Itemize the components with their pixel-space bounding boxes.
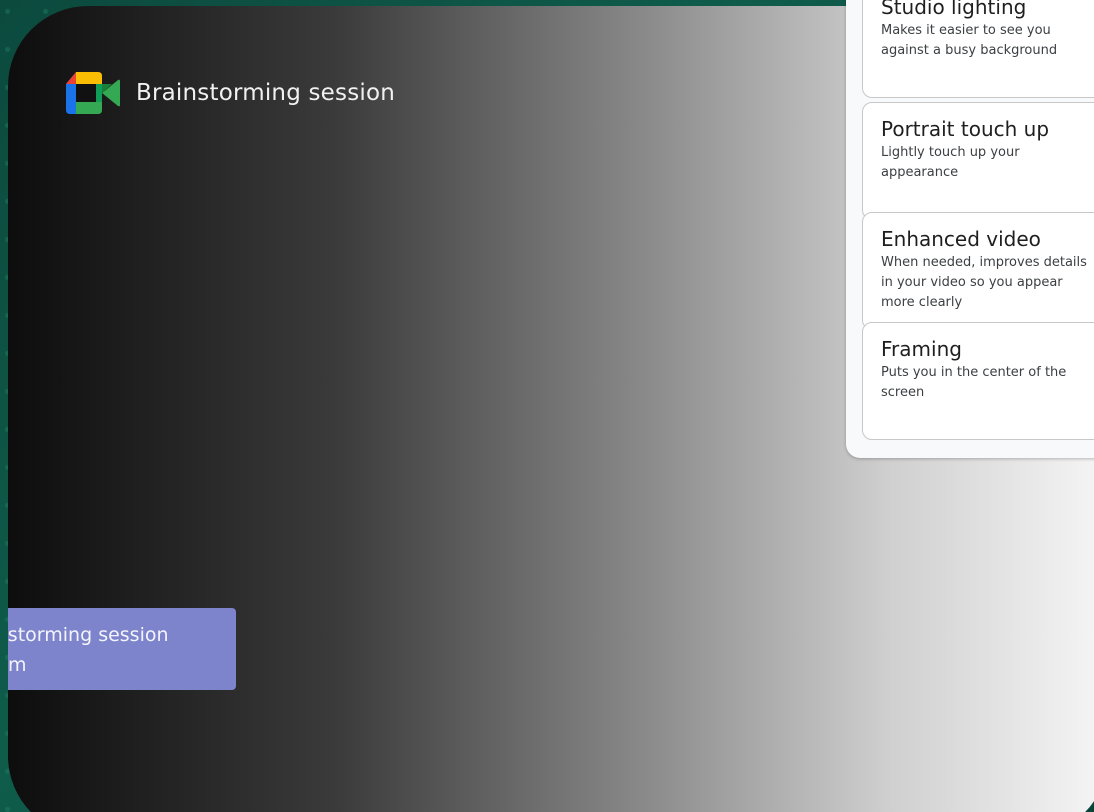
effect-description: Lightly touch up your appearance <box>881 145 1020 180</box>
effect-title: Enhanced video <box>881 227 1041 251</box>
meeting-info-tooltip: Brainstorming session m <box>8 608 236 690</box>
effect-title: Framing <box>881 337 962 361</box>
effect-title: Portrait touch up <box>881 117 1050 141</box>
tooltip-title: Brainstorming session <box>8 624 169 646</box>
google-meet-icon <box>66 72 120 114</box>
effect-description: When needed, improves details in your vi… <box>881 255 1087 310</box>
effect-card-studio-lighting[interactable]: Studio lighting Makes it easier to see y… <box>862 0 1094 98</box>
effect-description: Makes it easier to see you against a bus… <box>881 23 1058 58</box>
effect-description: Puts you in the center of the screen <box>881 365 1067 400</box>
effect-card-framing[interactable]: Framing Puts you in the center of the sc… <box>862 322 1094 440</box>
video-effects-panel: Studio lighting Makes it easier to see y… <box>846 0 1094 458</box>
tooltip-subtitle: m <box>8 654 27 676</box>
meeting-title: Brainstorming session <box>136 80 396 106</box>
effect-card-enhanced-video[interactable]: Enhanced video When needed, improves det… <box>862 212 1094 330</box>
effect-card-portrait-touch-up[interactable]: Portrait touch up Lightly touch up your … <box>862 102 1094 220</box>
effect-title: Studio lighting <box>881 0 1027 19</box>
